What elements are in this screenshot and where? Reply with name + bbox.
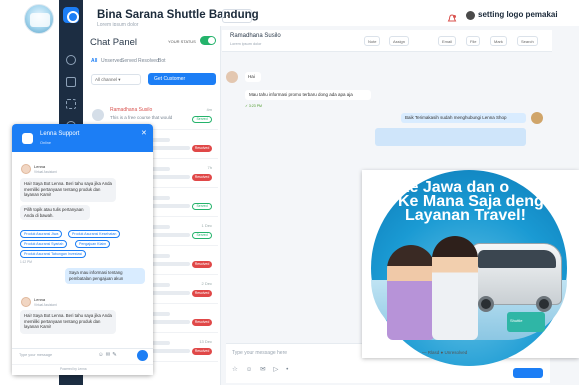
message-input[interactable]: Type your message here (232, 350, 287, 356)
widget-status: Online (40, 141, 51, 145)
quick-reply-chip[interactable]: Produk Asuransi Kesehatan (68, 230, 121, 238)
avatar[interactable] (466, 11, 475, 20)
status-badge: Resolved (192, 290, 212, 297)
note-button[interactable]: Note (364, 36, 381, 46)
lenna-logo-icon (22, 133, 33, 144)
get-customer-label: Get Customer (154, 76, 186, 82)
conversation-time: 2 Dec (201, 281, 212, 286)
quick-reply-chip[interactable]: Pengajuan Klaim (75, 240, 111, 248)
integration-icon[interactable] (66, 99, 76, 109)
quick-reply-chip[interactable]: Produk Asuransi Tabungan Investasi (20, 250, 87, 258)
composer-toolbar-icons[interactable]: ☆ ☺ ✉ ▷ • (232, 365, 291, 373)
avatar (92, 109, 104, 121)
promo-headline: Layanan Travel! (405, 207, 526, 224)
van-wheel (478, 296, 494, 312)
incoming-message: Mau tahu informasi promo terbaru dong ad… (245, 90, 371, 100)
agent-avatar (531, 112, 543, 124)
status-badge: Served (192, 116, 212, 123)
person-image (432, 236, 478, 340)
bot-subtitle: Virtual Assistant (34, 303, 57, 307)
quick-reply-chip[interactable]: Produk Asuransi Syariah (20, 240, 68, 248)
user-message: Saya mau informasi tentang pembatalan pe… (65, 268, 145, 284)
close-icon[interactable]: ✕ (141, 129, 147, 137)
conversation-name: Ramadhana Susilo (110, 107, 153, 113)
get-customer-button[interactable]: Get Customer (148, 73, 216, 85)
bot-message: Hai! Saya Bot Lenna. Beri tahu saya jika… (20, 310, 116, 334)
status-badge: Served (192, 232, 212, 239)
bot-name: Lenna (34, 164, 46, 169)
conversation-preview: This is a free course that would (110, 115, 173, 120)
status-label: YOUR STATUS (168, 39, 196, 44)
assign-button[interactable]: Assign (389, 36, 410, 46)
mark-button[interactable]: Mark (490, 36, 507, 46)
email-button[interactable]: Email (438, 36, 457, 46)
setting-logo-label[interactable]: setting logo pemakai (478, 10, 558, 19)
status-toggle[interactable] (200, 36, 216, 45)
app-logo-icon[interactable] (63, 7, 79, 23)
promo-caption: — Rlasd ● Unresolved (422, 350, 468, 355)
status-badge: Resolved (192, 145, 212, 152)
brand-thumbnail-image (24, 4, 54, 34)
promo-badge-text: Shuttle (510, 318, 523, 323)
file-button[interactable]: File (466, 36, 481, 46)
send-button[interactable] (513, 368, 543, 378)
van-wheel (536, 296, 552, 312)
outgoing-message: Baik Terimakasih sudah menghubungi Lenna… (401, 113, 526, 123)
powered-by-label: Powered by Lenna (60, 367, 87, 371)
chat-panel-title: Chat Panel (90, 37, 138, 48)
tab-resolved[interactable]: Resolved (138, 58, 159, 64)
widget-title: Lenna Support (40, 131, 80, 137)
bot-message: Pilih topik atau tulis pertanyaan Anda d… (20, 205, 90, 220)
tab-unserved[interactable]: Unserved (101, 58, 122, 64)
widget-header (12, 124, 153, 152)
tab-served[interactable]: Served (121, 58, 137, 64)
status-badge: Resolved (192, 319, 212, 326)
channel-filter[interactable]: All channel ▾ (91, 74, 141, 85)
status-badge: Served (192, 203, 212, 210)
quick-reply-chip[interactable]: Produk Asuransi Jiwa (20, 230, 63, 238)
incoming-message: Hai (245, 72, 261, 82)
bot-avatar (21, 297, 31, 307)
tab-bot[interactable]: Bot (158, 58, 166, 64)
chat-icon[interactable] (66, 77, 76, 87)
status-badge: Resolved (192, 174, 212, 181)
workspace-select[interactable]: ▾ (222, 9, 252, 23)
notification-bell-icon[interactable] (447, 11, 457, 22)
tab-all[interactable]: All (91, 58, 97, 64)
conversation-time: 13 Dec (199, 339, 212, 344)
bot-avatar (21, 164, 31, 174)
status-badge: Resolved (192, 261, 212, 268)
widget-send-button[interactable] (137, 350, 148, 361)
conversation-time: 1 Dec (201, 223, 212, 228)
message-timestamp: ✓ 3:23 PM (245, 104, 262, 108)
dashboard-icon[interactable] (66, 55, 76, 65)
customer-avatar (226, 71, 238, 83)
person-image (387, 245, 435, 340)
contact-subtitle: Lorem ipsum dolor (230, 42, 262, 46)
van-window (478, 250, 556, 268)
outgoing-message-placeholder (375, 128, 526, 146)
message-timestamp: 1:12 PM (20, 260, 32, 264)
status-badge: Resolved (192, 348, 212, 355)
conversation-time: 4m (206, 107, 212, 112)
contact-name: Ramadhana Susilo (230, 33, 281, 39)
search-button[interactable]: Search (517, 36, 538, 46)
bot-subtitle: Virtual Assistant (34, 170, 57, 174)
widget-message-input[interactable]: Type your message (19, 353, 52, 357)
bot-name: Lenna (34, 297, 46, 302)
conversation-time: 7h (207, 165, 212, 170)
widget-composer-icons[interactable]: ☺✉✎ (98, 352, 119, 358)
bot-message: Hai! Saya Bot Lenna. Beri tahu saya jika… (20, 178, 116, 202)
